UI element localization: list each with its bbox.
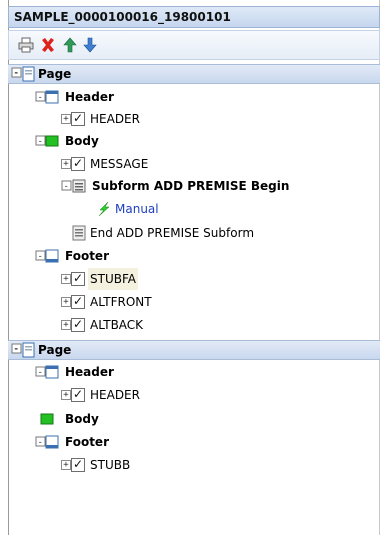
page-icon: - [11,342,35,363]
tree-label: ALTBACK [90,318,144,332]
checkbox-checked[interactable]: ✓ [71,295,85,309]
tree-node-item[interactable]: + ✓ STUBFA [8,268,380,290]
checkbox-checked[interactable]: ✓ [71,157,85,171]
tree-node-header[interactable]: - Header [8,361,380,383]
tree-label: Manual [115,202,159,216]
tree-label: Footer [65,435,109,449]
tree-label: ALTFRONT [90,295,152,309]
checkbox-checked[interactable]: ✓ [71,318,85,332]
tree-node-page[interactable]: - Page [8,64,380,84]
expand-icon[interactable]: + [61,390,71,400]
tree-label: Page [38,67,72,81]
toolbar [8,30,380,60]
expand-icon[interactable]: + [61,274,71,284]
svg-text:-: - [38,93,43,103]
tree-label: STUBB [90,458,131,472]
move-up-icon[interactable] [61,36,79,54]
tree-node-body[interactable]: - Body [8,130,380,152]
expand-icon[interactable]: + [61,159,71,169]
tree-label: Page [38,343,72,357]
tree-label: HEADER [90,388,140,402]
tree-node-footer[interactable]: - Footer [8,431,380,453]
tree-node-item[interactable]: + ✓ HEADER [8,108,380,130]
svg-text:-: - [14,345,19,355]
svg-text:-: - [38,368,43,378]
tree-label: Footer [65,249,109,263]
tree-label: Body [65,412,99,426]
move-down-icon[interactable] [81,36,99,54]
tree-node-item[interactable]: + ✓ ALTBACK [8,314,380,336]
window-title: SAMPLE_0000100016_19800101 [8,6,380,28]
tree-node-body[interactable]: Body [8,408,380,430]
expand-icon[interactable]: + [61,460,71,470]
checkbox-checked[interactable]: ✓ [71,112,85,126]
tree-node-item[interactable]: + ✓ HEADER [8,384,380,406]
svg-text:-: - [64,182,69,192]
tree-node-item[interactable]: + ✓ STUBB [8,454,380,476]
tree-label: Header [65,365,114,379]
lightning-icon [97,201,111,224]
tree-node-footer[interactable]: - Footer [8,245,380,267]
tree-node-manual[interactable]: Manual [8,198,380,220]
checkbox-checked[interactable]: ✓ [71,458,85,472]
tree-label: Header [65,90,114,104]
print-icon[interactable] [17,36,35,54]
checkbox-checked[interactable]: ✓ [71,388,85,402]
expand-icon[interactable]: + [61,320,71,330]
tree-label: MESSAGE [90,157,149,171]
tree-label: End ADD PREMISE Subform [90,226,255,240]
checkbox-checked[interactable]: ✓ [71,272,85,286]
tree-label: HEADER [90,112,140,126]
tree-label: Body [65,134,99,148]
page-icon: - [11,66,35,87]
tree-node-page[interactable]: - Page [8,340,380,360]
tree-node-item[interactable]: + ✓ MESSAGE [8,153,380,175]
expand-icon[interactable]: + [61,114,71,124]
delete-icon[interactable] [39,36,57,54]
svg-text:-: - [38,252,43,262]
svg-text:-: - [38,137,43,147]
tree-node-item[interactable]: + ✓ ALTFRONT [8,291,380,313]
svg-text:-: - [14,69,19,79]
svg-text:-: - [38,438,43,448]
expand-icon[interactable]: + [61,297,71,307]
tree-label: STUBFA [88,268,138,290]
tree-label: Subform ADD PREMISE Begin [92,179,290,193]
tree-node-header[interactable]: - Header [8,86,380,108]
tree-node-subform-end[interactable]: End ADD PREMISE Subform [8,222,380,244]
tree-node-subform-begin[interactable]: - Subform ADD PREMISE Begin [8,175,380,197]
